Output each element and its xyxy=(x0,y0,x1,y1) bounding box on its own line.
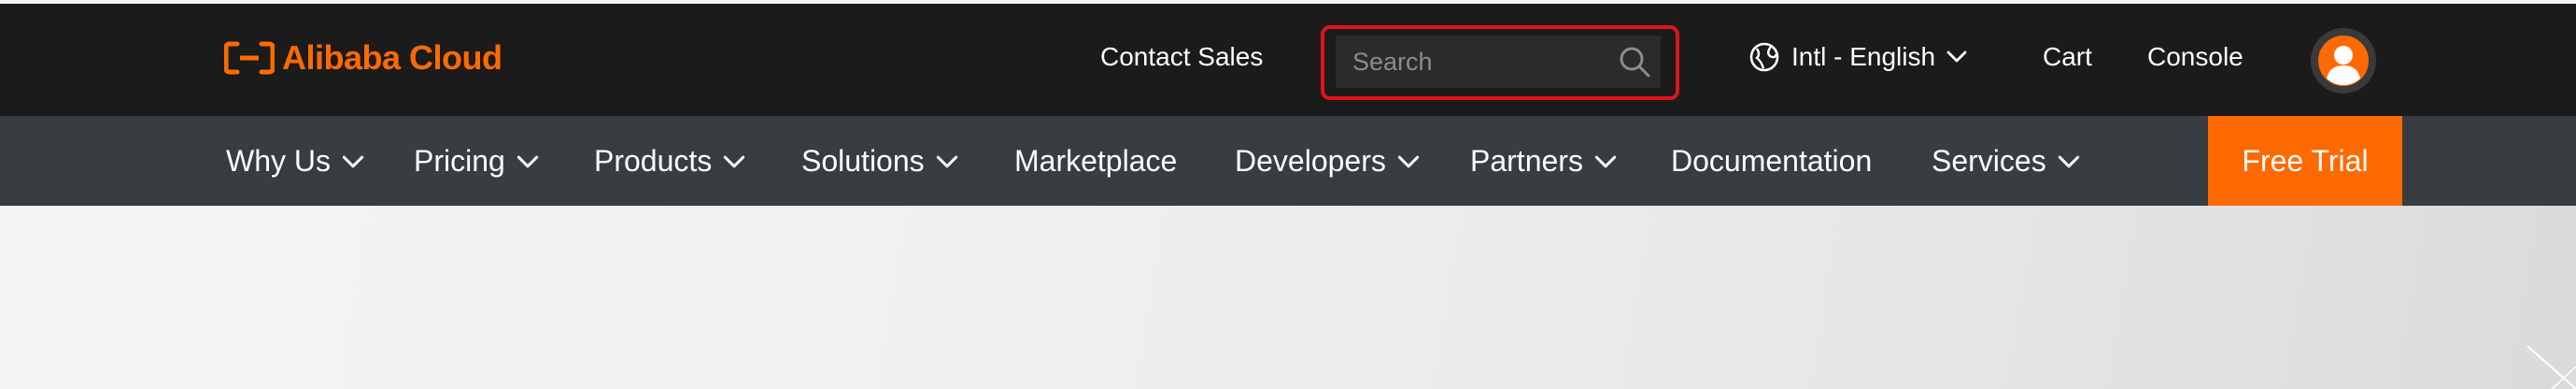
nav-item-label: Partners xyxy=(1470,143,1583,178)
nav-item-label: Pricing xyxy=(414,143,505,178)
nav-item-documentation[interactable]: Documentation xyxy=(1671,116,1872,206)
chevron-down-icon xyxy=(517,155,538,167)
nav-item-label: Solutions xyxy=(801,143,925,178)
brand-name: Alibaba Cloud xyxy=(282,38,502,77)
nav-item-why-us[interactable]: Why Us xyxy=(226,116,364,206)
user-avatar-icon xyxy=(2318,36,2369,86)
globe-icon xyxy=(1749,42,1779,72)
language-label: Intl - English xyxy=(1791,42,1936,71)
search-box[interactable] xyxy=(1336,36,1661,88)
search-input[interactable] xyxy=(1352,36,1605,88)
alibaba-cloud-logo[interactable]: Alibaba Cloud xyxy=(224,39,502,77)
nav-item-label: Marketplace xyxy=(1014,143,1178,178)
free-trial-button[interactable]: Free Trial xyxy=(2208,116,2402,206)
nav-item-products[interactable]: Products xyxy=(594,116,745,206)
chevron-down-icon xyxy=(724,155,745,167)
chevron-down-icon xyxy=(342,155,364,167)
decorative-line xyxy=(2526,346,2576,389)
nav-item-label: Developers xyxy=(1235,143,1386,178)
nav-item-label: Services xyxy=(1932,143,2046,178)
nav-item-label: Why Us xyxy=(226,143,331,178)
user-avatar[interactable] xyxy=(2311,28,2376,94)
nav-item-marketplace[interactable]: Marketplace xyxy=(1014,116,1177,206)
contact-sales-link[interactable]: Contact Sales xyxy=(1100,39,1263,75)
nav-item-pricing[interactable]: Pricing xyxy=(414,116,539,206)
hero-banner-background xyxy=(0,206,2576,389)
chevron-down-icon xyxy=(1594,155,1617,167)
nav-item-label: Documentation xyxy=(1671,143,1873,178)
chevron-down-icon xyxy=(1397,155,1420,167)
cart-link[interactable]: Cart xyxy=(2043,39,2092,75)
chevron-down-icon xyxy=(936,155,957,167)
language-selector[interactable]: Intl - English xyxy=(1748,39,1967,75)
chevron-down-icon xyxy=(2058,155,2079,167)
alibaba-cloud-logo-icon xyxy=(224,41,275,75)
console-link[interactable]: Console xyxy=(2147,39,2243,75)
chevron-down-icon xyxy=(1946,50,1967,63)
nav-item-partners[interactable]: Partners xyxy=(1470,116,1617,206)
nav-item-solutions[interactable]: Solutions xyxy=(801,116,958,206)
nav-item-label: Products xyxy=(594,143,713,178)
nav-item-developers[interactable]: Developers xyxy=(1235,116,1420,206)
search-icon[interactable] xyxy=(1618,45,1651,79)
nav-item-services[interactable]: Services xyxy=(1932,116,2080,206)
